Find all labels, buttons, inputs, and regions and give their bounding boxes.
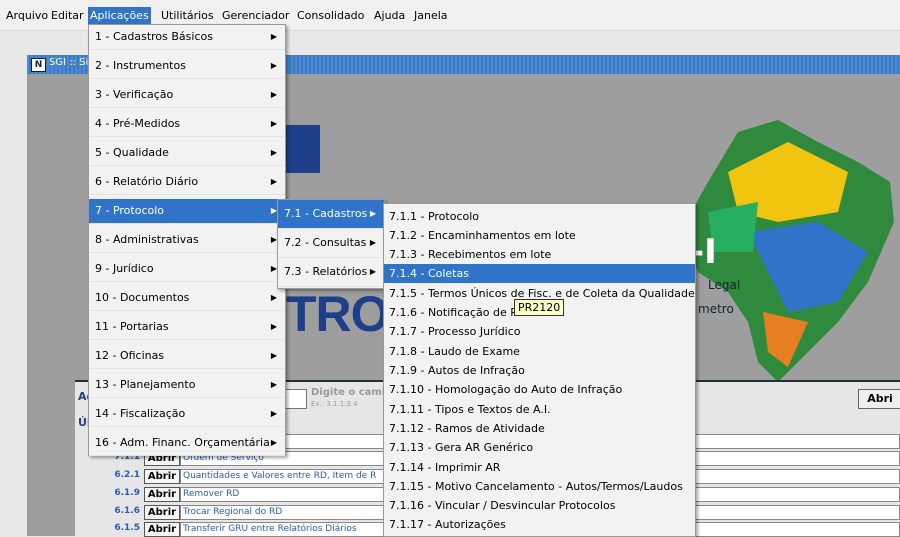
- menu-item-label: 3 - Verificação: [95, 88, 174, 101]
- protocolo-submenu: 7.1 - Cadastros ▶ 7.2 - Consultas ▶ 7.3 - …: [277, 199, 385, 289]
- menu-item-label: 4 - Pré-Medidos: [95, 117, 181, 130]
- chevron-right-icon: ▶: [270, 351, 277, 360]
- menu-item-label: 2 - Instrumentos: [95, 59, 186, 72]
- chevron-right-icon: ▶: [270, 90, 277, 99]
- chevron-right-icon: ▶: [270, 380, 277, 389]
- logo-legal-text: Legal: [708, 278, 741, 292]
- menu-arquivo[interactable]: Arquivo: [4, 7, 50, 24]
- menu-item-label: 9 - Jurídico: [95, 262, 154, 275]
- chevron-right-icon: ▶: [270, 32, 277, 41]
- open-button[interactable]: Abri: [858, 389, 900, 409]
- menu-item-consultas[interactable]: 7.2 - Consultas ▶: [278, 229, 384, 258]
- menu-item-protocolo[interactable]: 7 - Protocolo ▶: [89, 199, 285, 224]
- menu-item-label: 14 - Fiscalização: [95, 407, 186, 420]
- menu-item-label: 7.3 - Relatórios: [284, 265, 368, 278]
- menu-gerenciador[interactable]: Gerenciador: [220, 7, 291, 24]
- chevron-right-icon: ▶: [369, 267, 376, 276]
- menu-item-7-1-7[interactable]: 7.1.7 - Processo Jurídico: [384, 322, 695, 341]
- logo-letter-shape: [280, 125, 320, 173]
- menu-item-7-1-13[interactable]: 7.1.13 - Gera AR Genérico: [384, 438, 695, 457]
- chevron-right-icon: ▶: [270, 119, 277, 128]
- menu-item-planejamento[interactable]: 13 - Planejamento ▶: [89, 373, 285, 398]
- recent-row-code: 6.1.9: [114, 488, 140, 498]
- menu-item-qualidade[interactable]: 5 - Qualidade ▶: [89, 141, 285, 166]
- menu-editar[interactable]: Editar: [49, 7, 86, 24]
- path-hint: Digite o camir: [311, 387, 391, 398]
- cadastros-submenu: 7.1.1 - Protocolo 7.1.2 - Encaminhamento…: [383, 203, 696, 537]
- menu-item-relatorio-diario[interactable]: 6 - Relatório Diário ▶: [89, 170, 285, 195]
- menu-item-7-1-10[interactable]: 7.1.10 - Homologação do Auto de Infração: [384, 380, 695, 399]
- menu-item-pre-medidos[interactable]: 4 - Pré-Medidos ▶: [89, 112, 285, 137]
- menu-item-instrumentos[interactable]: 2 - Instrumentos ▶: [89, 54, 285, 79]
- menu-item-label: 16 - Adm. Financ. Orçamentária: [95, 436, 270, 449]
- chevron-right-icon: ▶: [270, 148, 277, 157]
- menu-item-7-1-11[interactable]: 7.1.11 - Tipos e Textos de A.I.: [384, 400, 695, 419]
- menu-item-fiscalizacao[interactable]: 14 - Fiscalização ▶: [89, 402, 285, 427]
- recent-row-open-button[interactable]: Abrir: [144, 505, 180, 520]
- aplicacoes-menu: 1 - Cadastros Básicos ▶ 2 - Instrumentos ▶…: [88, 24, 286, 456]
- menu-item-juridico[interactable]: 9 - Jurídico ▶: [89, 257, 285, 282]
- menu-item-label: 7.2 - Consultas: [284, 236, 367, 249]
- menu-item-verificacao[interactable]: 3 - Verificação ▶: [89, 83, 285, 108]
- menu-item-7-1-15[interactable]: 7.1.15 - Motivo Cancelamento - Autos/Ter…: [384, 477, 695, 496]
- recent-row-code: 6.1.6: [114, 506, 140, 516]
- menu-item-7-1-16[interactable]: 7.1.16 - Vincular / Desvincular Protocol…: [384, 496, 695, 515]
- menu-item-relatorios[interactable]: 7.3 - Relatórios ▶: [278, 258, 384, 287]
- menu-item-adm-financ-orcamentaria[interactable]: 16 - Adm. Financ. Orçamentária ▶: [89, 431, 285, 456]
- path-example: Ex.: 3.1.1.3.4: [311, 400, 358, 408]
- logo-tro-text: TRO: [286, 286, 390, 342]
- chevron-right-icon: ▶: [369, 209, 376, 218]
- menu-item-documentos[interactable]: 10 - Documentos ▶: [89, 286, 285, 311]
- menu-item-label: 1 - Cadastros Básicos: [95, 30, 213, 43]
- recent-row-code: 6.2.1: [114, 470, 140, 480]
- recent-row-open-button[interactable]: Abrir: [144, 522, 180, 537]
- chevron-right-icon: ▶: [270, 409, 277, 418]
- chevron-right-icon: ▶: [270, 322, 277, 331]
- recent-row-open-button[interactable]: Abrir: [144, 487, 180, 502]
- chevron-right-icon: ▶: [270, 438, 277, 447]
- menu-item-label: 7.1 - Cadastros: [284, 207, 368, 220]
- menu-item-label: 5 - Qualidade: [95, 146, 169, 159]
- menu-item-cadastros[interactable]: 7.1 - Cadastros ▶: [278, 200, 384, 229]
- recent-row-open-button[interactable]: Abrir: [144, 469, 180, 484]
- menu-aplicacoes[interactable]: Aplicações: [88, 7, 151, 24]
- menu-item-label: 8 - Administrativas: [95, 233, 199, 246]
- chevron-right-icon: ▶: [270, 177, 277, 186]
- menu-item-cadastros-basicos[interactable]: 1 - Cadastros Básicos ▶: [89, 25, 285, 50]
- menu-item-oficinas[interactable]: 12 - Oficinas ▶: [89, 344, 285, 369]
- menu-item-7-1-8[interactable]: 7.1.8 - Laudo de Exame: [384, 342, 695, 361]
- path-input[interactable]: [285, 389, 307, 409]
- menu-item-7-1-4[interactable]: 7.1.4 - Coletas: [384, 264, 695, 284]
- menu-janela[interactable]: Janela: [412, 7, 450, 24]
- menu-item-administrativas[interactable]: 8 - Administrativas ▶: [89, 228, 285, 253]
- menu-item-7-1-9[interactable]: 7.1.9 - Autos de Infração: [384, 361, 695, 380]
- menu-item-7-1-3[interactable]: 7.1.3 - Recebimentos em lote: [384, 245, 695, 264]
- menu-ajuda[interactable]: Ajuda: [372, 7, 407, 24]
- recent-row-code: 6.1.5: [114, 523, 140, 533]
- menu-consolidado[interactable]: Consolidado: [295, 7, 366, 24]
- menu-item-label: 12 - Oficinas: [95, 349, 165, 362]
- menu-item-label: 11 - Portarias: [95, 320, 169, 333]
- tooltip: PR2120: [514, 299, 565, 316]
- menu-item-7-1-1[interactable]: 7.1.1 - Protocolo: [384, 207, 695, 226]
- menu-item-7-1-12[interactable]: 7.1.12 - Ramos de Atividade: [384, 419, 695, 438]
- chevron-right-icon: ▶: [270, 293, 277, 302]
- menu-item-label: 6 - Relatório Diário: [95, 175, 199, 188]
- menu-item-label: 10 - Documentos: [95, 291, 190, 304]
- menu-item-7-1-2[interactable]: 7.1.2 - Encaminhamentos em lote: [384, 226, 695, 245]
- menu-item-portarias[interactable]: 11 - Portarias ▶: [89, 315, 285, 340]
- logo-metro-text: metro: [698, 302, 734, 316]
- menu-item-7-1-14[interactable]: 7.1.14 - Imprimir AR: [384, 458, 695, 477]
- window-app-icon: N: [31, 58, 46, 72]
- menu-utilitarios[interactable]: Utilitários: [159, 7, 216, 24]
- menu-item-label: 7 - Protocolo: [95, 204, 165, 217]
- menu-item-7-1-17[interactable]: 7.1.17 - Autorizações: [384, 515, 695, 534]
- window-title: SGI :: Si: [49, 57, 89, 68]
- chevron-right-icon: ▶: [270, 61, 277, 70]
- menu-item-label: 13 - Planejamento: [95, 378, 196, 391]
- chevron-right-icon: ▶: [369, 238, 376, 247]
